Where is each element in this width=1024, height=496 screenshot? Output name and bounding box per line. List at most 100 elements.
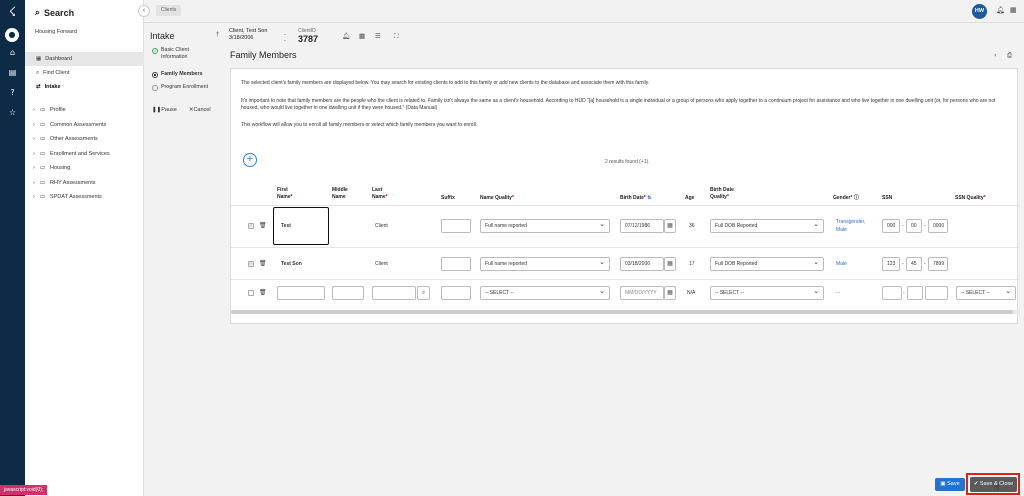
scrollbar-thumb[interactable]: [231, 310, 1013, 314]
step-family-members[interactable]: Family Members: [152, 71, 203, 78]
chevron-left-icon: ‹: [142, 7, 146, 14]
grid-icon[interactable]: ▦: [1010, 6, 1017, 14]
ssn-part-3[interactable]: 7899: [928, 257, 948, 271]
search-icon: ⌕: [35, 7, 41, 17]
ssn-part-2[interactable]: 45: [906, 257, 922, 271]
calendar-icon[interactable]: ▦: [664, 286, 676, 300]
sidebar-group-common-assessments[interactable]: › ▭ Common Assessments: [25, 118, 144, 133]
ssn-separator: -: [924, 261, 926, 267]
suffix-input[interactable]: [441, 257, 471, 271]
collapse-sidebar-button[interactable]: ‹: [138, 5, 150, 17]
user-icon[interactable]: ●: [5, 28, 19, 42]
sidebar-item-intake[interactable]: ⇄ Intake: [25, 80, 144, 94]
bell-icon[interactable]: 🔔︎: [996, 6, 1005, 14]
calendar-icon[interactable]: ▦: [359, 32, 365, 40]
calendar-icon[interactable]: ▦: [664, 257, 676, 271]
client-dash: --: [284, 32, 286, 44]
ssn-part-3[interactable]: [925, 286, 948, 300]
column-first-name: First Name*: [277, 187, 293, 200]
help-icon[interactable]: ?: [4, 87, 21, 99]
birth-date-quality-select[interactable]: -- SELECT --: [710, 286, 824, 300]
row-checkbox[interactable]: ✓: [248, 261, 254, 267]
ssn-part-2[interactable]: 00: [906, 219, 922, 233]
sidebar-group-other-assessments[interactable]: › ▭ Other Assessments: [25, 132, 144, 147]
row-divider: [231, 247, 1019, 248]
print-icon[interactable]: ⎙: [1007, 51, 1012, 60]
birth-date-input[interactable]: 03/18/2006: [620, 257, 664, 271]
ssn-part-3[interactable]: 0000: [928, 219, 948, 233]
ssn-quality-select[interactable]: -- SELECT --: [956, 286, 1016, 300]
age: 17: [689, 261, 695, 267]
gender-link[interactable]: Transgender, Male: [836, 218, 876, 234]
search-icon[interactable]: ⌕: [417, 286, 430, 300]
name-quality-select[interactable]: -- SELECT --: [480, 286, 610, 300]
ssn-part-1[interactable]: 123: [882, 257, 900, 271]
sidebar-item-find-client[interactable]: ⌕ Find Client: [25, 66, 144, 80]
bell-icon[interactable]: 🔔︎: [342, 32, 350, 40]
birth-date-quality-select[interactable]: Full DOB Reported: [710, 257, 824, 271]
trash-icon[interactable]: 🗑︎: [259, 260, 267, 267]
column-birth-date[interactable]: Birth Date* ⇅: [620, 195, 651, 202]
sidebar-group-rhy[interactable]: › ▭ RHY Assessments: [25, 176, 144, 191]
row-checkbox[interactable]: [248, 290, 254, 296]
add-family-member-button[interactable]: +: [243, 153, 257, 167]
row-checkbox[interactable]: ✓: [248, 223, 254, 229]
step-program-enrollment[interactable]: Program Enrollment: [152, 84, 208, 91]
chevron-right-icon: ›: [33, 136, 35, 143]
ssn-part-1[interactable]: 000: [882, 219, 900, 233]
sidebar-group-spdat[interactable]: › ▭ SPDAT Assessments: [25, 190, 144, 205]
top-bar: Clients HW 🔔︎ ▦: [144, 0, 1024, 23]
name-quality-select[interactable]: Full name reported: [480, 257, 610, 271]
ssn-separator: -: [902, 223, 904, 229]
client-name: Client, Test Son 3/18/2006: [229, 28, 268, 41]
expand-icon[interactable]: ⛶: [394, 32, 399, 41]
cancel-button[interactable]: ✕Cancel: [189, 107, 211, 113]
pause-button[interactable]: ❚❚Pause: [152, 107, 177, 113]
ssn-separator: -: [903, 290, 905, 296]
list-icon[interactable]: ☰: [375, 32, 381, 40]
first-name-input[interactable]: [277, 286, 325, 300]
sidebar-group-housing[interactable]: › ▭ Housing: [25, 161, 144, 176]
first-name: Test Son: [281, 261, 302, 267]
chevron-right-icon: ›: [33, 179, 35, 186]
breadcrumb[interactable]: Clients: [156, 5, 182, 16]
birth-date-input[interactable]: MM/DD/YYYY: [620, 286, 664, 300]
search-button[interactable]: ⌕ Search: [35, 7, 74, 18]
horizontal-scrollbar[interactable]: [231, 310, 1019, 314]
birth-date-input[interactable]: 07/12/1986: [620, 219, 664, 233]
gender-link[interactable]: Male: [836, 261, 847, 268]
last-name-input[interactable]: [372, 286, 416, 300]
chevron-right-icon: ›: [33, 150, 35, 157]
folder-icon: ▭: [39, 165, 46, 172]
page-title: Family Members: [230, 50, 297, 60]
trash-icon[interactable]: 🗑︎: [259, 222, 267, 229]
trash-icon[interactable]: 🗑︎: [259, 289, 267, 296]
info-icon[interactable]: ⓘ: [854, 195, 859, 201]
ssn-part-2[interactable]: [907, 286, 923, 300]
sort-icon: ⇅: [647, 195, 652, 201]
swap-icon: ⇄: [36, 84, 41, 90]
save-button[interactable]: ▣ Save: [935, 478, 965, 491]
suffix-input[interactable]: [441, 286, 471, 300]
dashboard-icon: ▦: [36, 56, 42, 62]
sidebar-item-dashboard[interactable]: ▦ Dashboard: [25, 52, 144, 66]
first-name: Test: [281, 223, 291, 229]
calendar-icon[interactable]: ▦: [664, 219, 676, 233]
avatar[interactable]: HW: [972, 4, 987, 19]
last-name: Client: [375, 223, 388, 229]
ssn-part-1[interactable]: [882, 286, 902, 300]
home-icon[interactable]: ⌂: [4, 47, 21, 59]
birth-date-quality-select[interactable]: Full DOB Reported: [710, 219, 824, 233]
sidebar-group-enrollment[interactable]: › ▭ Enrollment and Services: [25, 147, 144, 162]
step-basic-client-information[interactable]: ✓ Basic Client Information: [152, 47, 211, 61]
name-quality-select[interactable]: Full name reported: [480, 219, 610, 233]
middle-name-input[interactable]: [332, 286, 364, 300]
sidebar-group-profile[interactable]: › ▭ Profile: [25, 103, 144, 118]
pin-icon[interactable]: †: [216, 32, 219, 38]
pending-step-icon: [152, 84, 158, 91]
document-icon[interactable]: ▤: [4, 67, 21, 79]
app-logo-icon: ☇: [8, 5, 17, 20]
star-icon[interactable]: ☆: [4, 107, 21, 119]
chevron-left-icon[interactable]: ‹: [994, 51, 997, 59]
suffix-input[interactable]: [441, 219, 471, 233]
